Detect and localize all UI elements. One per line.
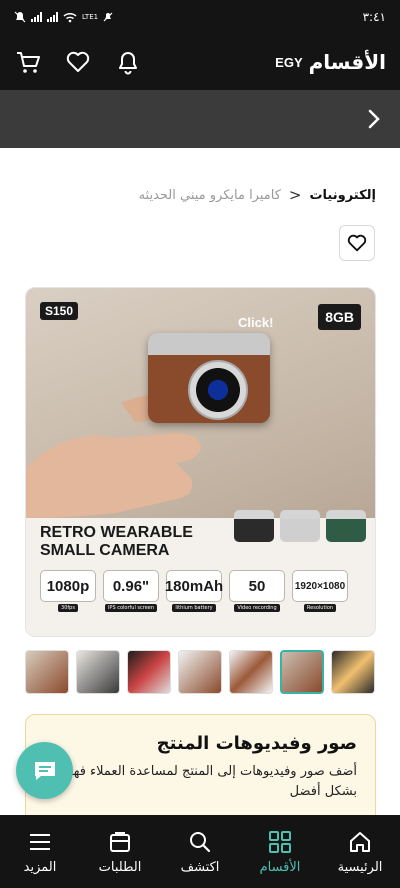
nav-categories-label: الأقسام	[259, 859, 301, 875]
brand-name: الأقسام	[308, 50, 386, 74]
menu-icon	[30, 833, 50, 850]
heart-icon[interactable]	[64, 48, 92, 76]
status-time: ٣:٤١	[362, 10, 386, 24]
spec-value: 0.96"	[103, 570, 159, 602]
bell-off-icon	[103, 12, 113, 22]
app-header: EGY الأقسام	[0, 34, 400, 90]
storage-badge: 8GB	[318, 304, 361, 330]
heart-outline-icon	[347, 234, 367, 252]
thumbnail[interactable]	[178, 650, 222, 694]
notifications-muted-icon	[14, 11, 26, 23]
model-badge: S150	[40, 302, 79, 320]
wifi-icon	[63, 12, 77, 22]
spec-item: 0.96" IPS colorful screen	[103, 570, 159, 612]
nav-orders[interactable]: الطلبات	[80, 815, 160, 888]
thumbnail-active[interactable]	[280, 650, 324, 694]
media-card-description: أضف صور وفيديوهات إلى المنتج لمساعدة الع…	[59, 764, 357, 799]
nav-more[interactable]: المزيد	[0, 815, 80, 888]
category-bar	[0, 90, 400, 148]
thumbnail[interactable]	[25, 650, 69, 694]
thumbnail[interactable]	[229, 650, 273, 694]
chat-button[interactable]	[16, 742, 73, 799]
spec-value: 180mAh	[165, 570, 223, 602]
search-icon	[190, 831, 211, 852]
spec-label: lithium battery	[172, 604, 216, 612]
product-main-image[interactable]: S150 8GB Click! RETRO WEARABLE SMALL CAM…	[25, 287, 376, 637]
signal-icon-2	[47, 12, 58, 22]
click-label: Click!	[238, 315, 274, 330]
bottom-navigation: الرئيسية الأقسام اكتشف الطلبات المزيد	[0, 815, 400, 888]
spec-label: Resolution	[303, 604, 337, 612]
variant-green	[326, 510, 366, 542]
nav-explore[interactable]: اكتشف	[160, 815, 240, 888]
bell-icon[interactable]	[114, 48, 142, 76]
breadcrumb-root[interactable]: إلكترونيات	[309, 188, 376, 203]
breadcrumb-separator: <	[288, 186, 302, 204]
spec-list: 1080p 30fps 0.96" IPS colorful screen 18…	[40, 570, 348, 612]
orders-icon	[110, 831, 130, 852]
breadcrumb: إلكترونيات < كاميرا مايكرو ميني الحديثه	[139, 186, 376, 204]
status-icons: LTE1	[14, 11, 113, 23]
spec-label: Video recording	[234, 604, 280, 612]
home-icon	[350, 831, 370, 852]
title-line-1: RETRO WEARABLE	[40, 524, 193, 541]
grid-icon	[269, 830, 291, 853]
chevron-right-icon[interactable]	[362, 107, 386, 131]
cart-icon[interactable]	[14, 48, 42, 76]
network-label: LTE1	[82, 13, 99, 21]
variant-silver	[280, 510, 320, 542]
spec-item: 180mAh lithium battery	[165, 570, 223, 612]
nav-explore-label: اكتشف	[180, 859, 220, 875]
chat-icon	[34, 761, 55, 780]
favorite-button[interactable]	[339, 225, 375, 261]
spec-item: 50 Video recording	[229, 570, 285, 612]
brand-egy: EGY	[275, 54, 303, 70]
spec-item: 1920×1080 Resolution	[292, 570, 348, 612]
spec-label: 30fps	[58, 604, 78, 612]
nav-more-label: المزيد	[23, 859, 57, 875]
variant-black	[234, 510, 274, 542]
color-variants	[234, 510, 366, 542]
nav-home-label: الرئيسية	[337, 859, 383, 875]
nav-orders-label: الطلبات	[98, 859, 142, 875]
thumbnail[interactable]	[76, 650, 120, 694]
spec-value: 1920×1080	[292, 570, 348, 602]
thumbnail[interactable]	[331, 650, 375, 694]
spec-item: 1080p 30fps	[40, 570, 96, 612]
brand-logo[interactable]: EGY الأقسام	[275, 50, 386, 74]
nav-categories[interactable]: الأقسام	[240, 815, 320, 888]
status-bar: LTE1 ٣:٤١	[0, 0, 400, 34]
thumbnail-strip	[25, 650, 376, 694]
spec-label: IPS colorful screen	[104, 604, 158, 612]
spec-value: 1080p	[40, 570, 96, 602]
product-photo: S150 8GB Click!	[26, 288, 375, 518]
breadcrumb-current: كاميرا مايكرو ميني الحديثه	[138, 187, 281, 203]
title-line-2: SMALL CAMERA	[40, 542, 170, 559]
signal-icon	[31, 12, 42, 22]
camera-lens	[188, 360, 248, 420]
product-image-title: RETRO WEARABLE SMALL CAMERA	[40, 524, 193, 560]
media-card-title: صور وفيديوهات المنتج	[156, 733, 357, 754]
nav-home[interactable]: الرئيسية	[320, 815, 400, 888]
thumbnail[interactable]	[127, 650, 171, 694]
spec-value: 50	[229, 570, 285, 602]
